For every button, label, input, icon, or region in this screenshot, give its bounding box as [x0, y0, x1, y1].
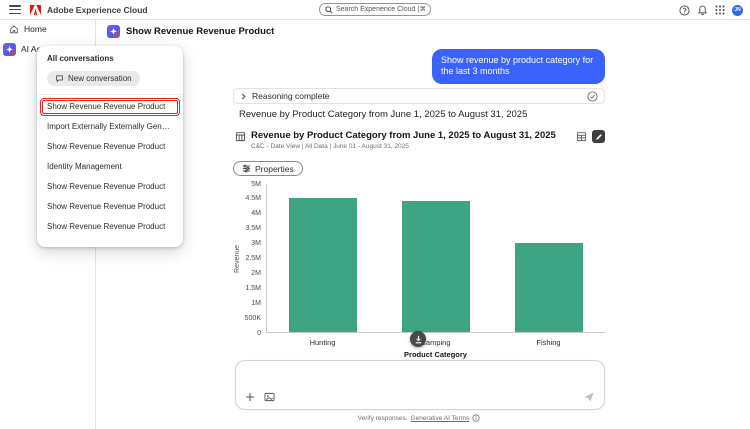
- popup-title: All conversations: [47, 54, 114, 63]
- conversations-popup: All conversations New conversation Show …: [37, 46, 183, 247]
- chat-input-box: [235, 360, 605, 410]
- main-content: Show Revenue Revenue Product Show revenu…: [96, 20, 750, 429]
- y-tick-label: 4M: [251, 210, 261, 218]
- app-switcher-icon[interactable]: [715, 5, 725, 15]
- report-table-icon: [235, 131, 246, 142]
- x-category-label: Fishing: [536, 338, 561, 347]
- notifications-bell-icon[interactable]: [697, 5, 708, 16]
- report-titles: Revenue by Product Category from June 1,…: [251, 130, 556, 150]
- edit-in-workspace-button[interactable]: [592, 130, 605, 143]
- reasoning-accordion[interactable]: Reasoning complete: [233, 88, 605, 104]
- y-tick-label: 1M: [251, 299, 261, 307]
- home-icon: [9, 24, 19, 34]
- report-title: Revenue by Product Category from June 1,…: [251, 130, 556, 141]
- conversation-item[interactable]: Import Externally Externally Generated: [37, 117, 183, 137]
- bar-fishing[interactable]: [514, 243, 583, 332]
- report-header: Revenue by Product Category from June 1,…: [235, 130, 605, 150]
- verify-text: Verify responses.: [357, 414, 408, 422]
- x-axis-label: Product Category: [404, 350, 467, 359]
- view-table-icon[interactable]: [576, 131, 587, 142]
- search-icon: [325, 5, 333, 14]
- popup-divider: [37, 94, 183, 95]
- assistant-response-text: Revenue by Product Category from June 1,…: [239, 109, 528, 120]
- hamburger-menu-icon[interactable]: [9, 5, 21, 14]
- y-tick-label: 1.5M: [245, 284, 261, 292]
- x-category-label: Hunting: [309, 338, 336, 347]
- ai-footer: Verify responses. Generative AI Terms: [233, 414, 605, 422]
- conversation-item[interactable]: Show Revenue Revenue Product: [37, 197, 183, 217]
- y-tick-label: 3M: [251, 240, 261, 248]
- help-icon[interactable]: [679, 4, 690, 16]
- insert-image-button[interactable]: [264, 392, 275, 402]
- y-tick-label: 3.5M: [245, 225, 261, 233]
- properties-button[interactable]: Properties: [233, 161, 303, 176]
- conversation-item[interactable]: Identity Management: [37, 157, 183, 177]
- filter-sliders-icon: [242, 164, 251, 173]
- chat-bubble-icon: [55, 74, 64, 83]
- sidebar-item-label: Home: [24, 24, 47, 34]
- reasoning-label: Reasoning complete: [252, 91, 330, 101]
- adobe-logo-icon[interactable]: [30, 4, 41, 15]
- page-title: Show Revenue Revenue Product: [126, 26, 275, 37]
- info-icon[interactable]: [472, 414, 480, 422]
- global-search[interactable]: [319, 3, 431, 16]
- app-header: Adobe Experience Cloud JN: [0, 0, 750, 20]
- y-tick-label: 2M: [251, 269, 261, 277]
- y-tick-label: 4.5M: [245, 195, 261, 203]
- conversation-item[interactable]: Show Revenue Revenue Product: [37, 97, 183, 117]
- bar-hunting[interactable]: [289, 198, 358, 332]
- sidebar-item-home[interactable]: Home: [0, 20, 95, 38]
- ai-assistant-icon: [3, 42, 16, 56]
- conversation-item[interactable]: Show Revenue Revenue Product: [37, 137, 183, 157]
- y-tick-label: 0: [257, 329, 261, 337]
- conversation-item[interactable]: Show Revenue Revenue Product: [37, 217, 183, 237]
- chart-plot-area: [266, 184, 605, 333]
- header-actions: JN: [679, 0, 743, 20]
- y-tick-label: 500K: [244, 314, 261, 322]
- x-axis-categories: Hunting Camping Fishing: [266, 338, 605, 347]
- new-conversation-button[interactable]: New conversation: [47, 71, 140, 86]
- ai-assistant-icon: [107, 25, 120, 38]
- conversation-item[interactable]: Show Revenue Revenue Product: [37, 177, 183, 197]
- y-tick-label: 5M: [251, 180, 261, 188]
- chevron-right-icon: [240, 93, 247, 100]
- user-avatar[interactable]: JN: [732, 4, 743, 16]
- y-tick-label: 2.5M: [245, 255, 261, 262]
- search-input[interactable]: [336, 6, 425, 13]
- report-actions: [576, 130, 605, 143]
- generative-ai-terms-link[interactable]: Generative AI Terms: [411, 415, 470, 422]
- chat-input[interactable]: [244, 367, 596, 389]
- user-message-bubble: Show revenue by product category for the…: [432, 49, 605, 84]
- add-attachment-button[interactable]: [245, 392, 255, 402]
- conversation-header: Show Revenue Revenue Product: [96, 20, 750, 38]
- send-message-button[interactable]: [583, 391, 595, 403]
- chat-input-tools: [245, 392, 275, 402]
- report-subtitle: C&C - Date View | All Data | June 01 - A…: [251, 143, 409, 150]
- download-chart-button[interactable]: [410, 331, 426, 347]
- check-circle-icon: [587, 90, 598, 102]
- bar-camping[interactable]: [401, 201, 470, 332]
- brand-title: Adobe Experience Cloud: [47, 4, 148, 15]
- y-axis-ticks: 5M 4.5M 4M 3.5M 3M 2.5M 2M 1.5M 1M 500K 0: [240, 180, 261, 337]
